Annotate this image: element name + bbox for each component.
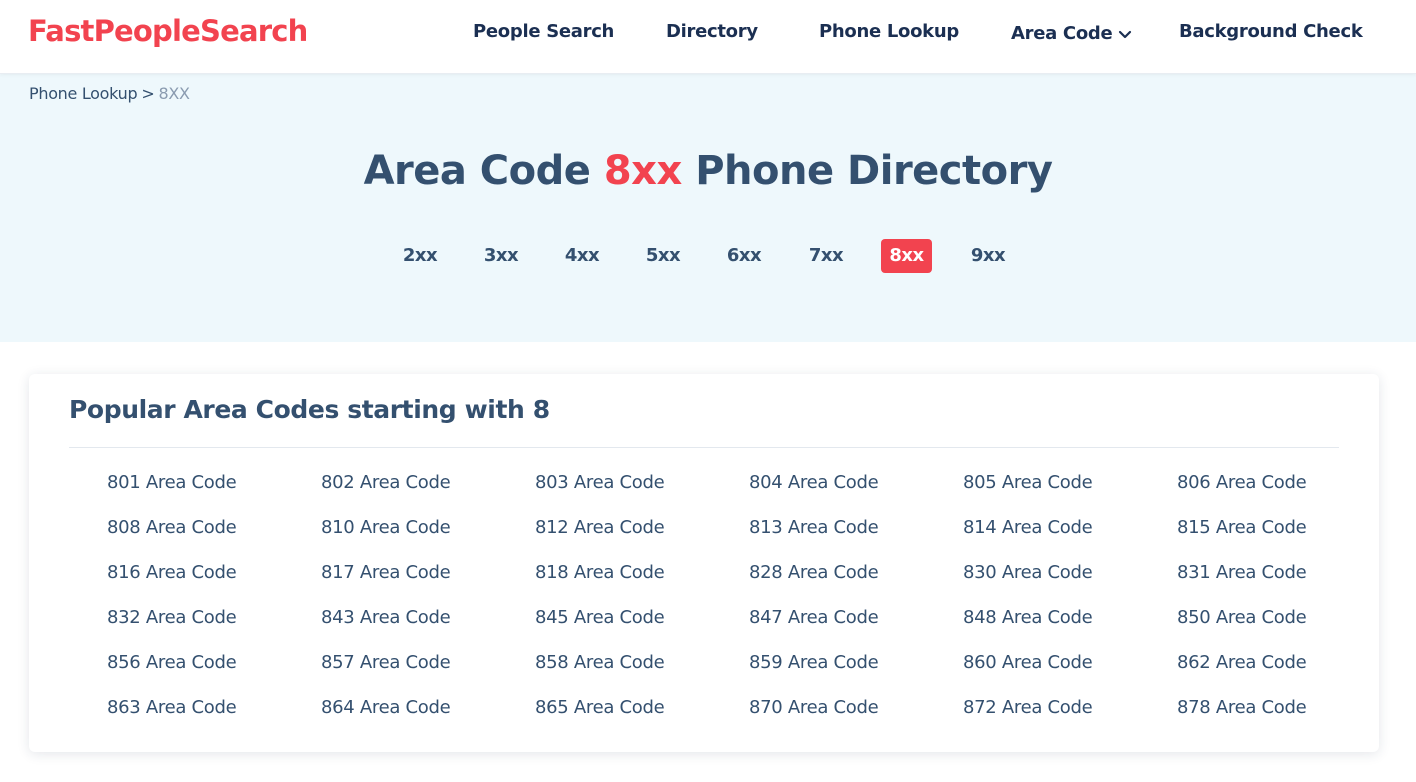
area-code-link[interactable]: 858 Area Code — [535, 648, 749, 693]
area-code-link[interactable]: 816 Area Code — [107, 558, 321, 603]
hero-section: Phone Lookup >8XX Area Code 8xx Phone Dir… — [0, 74, 1416, 342]
page-title-prefix: Area Code — [363, 148, 591, 194]
nav-people-search[interactable]: People Search — [473, 21, 614, 42]
area-code-link[interactable]: 845 Area Code — [535, 603, 749, 648]
area-code-link[interactable]: 863 Area Code — [107, 693, 321, 738]
area-code-link[interactable]: 831 Area Code — [1177, 558, 1391, 603]
divider — [69, 447, 1339, 448]
area-code-link[interactable]: 870 Area Code — [749, 693, 963, 738]
card-title: Popular Area Codes starting with 8 — [69, 395, 550, 424]
breadcrumb-current: 8XX — [158, 84, 190, 103]
nav-area-code-label: Area Code — [1011, 23, 1113, 44]
area-code-link[interactable]: 878 Area Code — [1177, 693, 1391, 738]
area-code-link[interactable]: 806 Area Code — [1177, 468, 1391, 513]
range-tab-3xx[interactable]: 3xx — [475, 239, 527, 273]
area-code-link[interactable]: 848 Area Code — [963, 603, 1177, 648]
area-code-link[interactable]: 808 Area Code — [107, 513, 321, 558]
area-code-link[interactable]: 859 Area Code — [749, 648, 963, 693]
area-code-link[interactable]: 857 Area Code — [321, 648, 535, 693]
range-tab-9xx[interactable]: 9xx — [962, 239, 1014, 273]
range-tab-7xx[interactable]: 7xx — [800, 239, 852, 273]
range-tab-2xx[interactable]: 2xx — [394, 239, 446, 273]
site-header: FastPeopleSearch People Search Directory… — [0, 0, 1416, 74]
page-title: Area Code 8xx Phone Directory — [0, 148, 1416, 194]
range-tab-6xx[interactable]: 6xx — [718, 239, 770, 273]
area-code-link[interactable]: 843 Area Code — [321, 603, 535, 648]
area-code-link[interactable]: 872 Area Code — [963, 693, 1177, 738]
area-code-link[interactable]: 813 Area Code — [749, 513, 963, 558]
area-code-link[interactable]: 860 Area Code — [963, 648, 1177, 693]
breadcrumb-separator: > — [141, 84, 155, 103]
page-title-suffix: Phone Directory — [695, 148, 1053, 194]
area-codes-grid: 801 Area Code 802 Area Code 803 Area Cod… — [107, 468, 1367, 738]
breadcrumb: Phone Lookup >8XX — [29, 84, 190, 103]
area-code-link[interactable]: 830 Area Code — [963, 558, 1177, 603]
area-code-link[interactable]: 862 Area Code — [1177, 648, 1391, 693]
area-code-link[interactable]: 847 Area Code — [749, 603, 963, 648]
area-code-link[interactable]: 856 Area Code — [107, 648, 321, 693]
range-tab-8xx[interactable]: 8xx — [881, 239, 932, 273]
area-code-link[interactable]: 815 Area Code — [1177, 513, 1391, 558]
area-code-link[interactable]: 804 Area Code — [749, 468, 963, 513]
area-code-range-tabs: 2xx 3xx 4xx 5xx 6xx 7xx 8xx 9xx — [0, 239, 1416, 273]
nav-area-code[interactable]: Area Code — [1011, 23, 1132, 45]
area-code-link[interactable]: 864 Area Code — [321, 693, 535, 738]
area-code-link[interactable]: 805 Area Code — [963, 468, 1177, 513]
area-code-link[interactable]: 810 Area Code — [321, 513, 535, 558]
area-code-link[interactable]: 803 Area Code — [535, 468, 749, 513]
chevron-down-icon — [1118, 24, 1132, 45]
area-code-link[interactable]: 850 Area Code — [1177, 603, 1391, 648]
area-code-link[interactable]: 817 Area Code — [321, 558, 535, 603]
nav-background-check[interactable]: Background Check — [1179, 21, 1363, 42]
area-code-link[interactable]: 832 Area Code — [107, 603, 321, 648]
area-code-link[interactable]: 865 Area Code — [535, 693, 749, 738]
popular-area-codes-card: Popular Area Codes starting with 8 801 A… — [29, 374, 1379, 752]
breadcrumb-phone-lookup[interactable]: Phone Lookup — [29, 84, 138, 103]
range-tab-5xx[interactable]: 5xx — [637, 239, 689, 273]
area-code-link[interactable]: 802 Area Code — [321, 468, 535, 513]
area-code-link[interactable]: 814 Area Code — [963, 513, 1177, 558]
range-tab-4xx[interactable]: 4xx — [556, 239, 608, 273]
area-code-link[interactable]: 801 Area Code — [107, 468, 321, 513]
page-title-accent: 8xx — [603, 148, 682, 194]
area-code-link[interactable]: 828 Area Code — [749, 558, 963, 603]
nav-directory[interactable]: Directory — [666, 21, 758, 42]
area-code-link[interactable]: 818 Area Code — [535, 558, 749, 603]
site-logo[interactable]: FastPeopleSearch — [28, 14, 308, 48]
nav-phone-lookup[interactable]: Phone Lookup — [819, 21, 959, 42]
area-code-link[interactable]: 812 Area Code — [535, 513, 749, 558]
